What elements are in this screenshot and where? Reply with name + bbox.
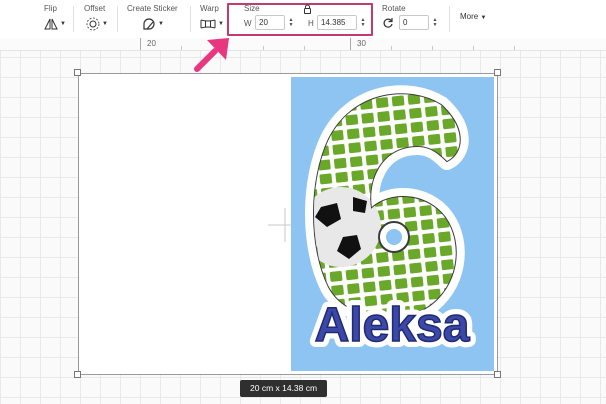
dimensions-tooltip: 20 cm x 14.38 cm xyxy=(240,380,328,397)
ruler-label: 30 xyxy=(357,39,366,48)
horizontal-ruler: 20 30 xyxy=(0,38,606,51)
size-label: Size xyxy=(244,4,260,13)
resize-handle-top-right[interactable] xyxy=(494,69,501,76)
warp-icon xyxy=(200,19,216,29)
divider xyxy=(449,6,450,32)
resize-handle-bottom-left[interactable] xyxy=(74,371,81,378)
annotation-arrow-icon xyxy=(194,38,229,72)
rotate-input[interactable]: 0 xyxy=(399,15,429,30)
divider xyxy=(117,6,118,32)
warp-label: Warp xyxy=(200,4,219,13)
create-sticker-button[interactable]: ▼ xyxy=(142,16,164,32)
chevron-down-icon: ▼ xyxy=(218,21,224,27)
offset-icon xyxy=(86,17,100,31)
ruler-tick xyxy=(140,38,141,50)
ruler-tick xyxy=(391,46,392,50)
number-six-hole-inner xyxy=(386,229,402,245)
flip-button[interactable]: ▼ xyxy=(44,16,66,32)
warp-button[interactable]: ▼ xyxy=(200,16,224,32)
height-input[interactable]: 14.385 xyxy=(317,15,357,30)
ruler-label: 20 xyxy=(147,39,156,48)
ruler-tick xyxy=(304,46,305,50)
chevron-down-icon: ▼ xyxy=(60,21,66,27)
rotate-stepper[interactable]: ▲ ▼ xyxy=(431,16,439,29)
height-label: H xyxy=(308,19,314,28)
divider xyxy=(190,6,191,32)
flip-label: Flip xyxy=(44,4,57,13)
more-label: More xyxy=(460,12,479,21)
resize-handle-top-left[interactable] xyxy=(74,69,81,76)
width-input[interactable]: 20 xyxy=(255,15,285,30)
width-stepper[interactable]: ▲ ▼ xyxy=(287,16,295,29)
ruler-tick xyxy=(432,46,433,50)
chevron-down-icon: ▼ xyxy=(102,21,108,27)
more-button[interactable]: More ▼ xyxy=(460,12,486,21)
chevron-down-icon: ▼ xyxy=(158,21,164,27)
width-label: W xyxy=(244,19,252,28)
chevron-down-icon: ▼ xyxy=(480,15,487,21)
rotate-label: Rotate xyxy=(382,4,406,13)
card-artwork: Aleksa Aleksa xyxy=(291,77,494,371)
lock-icon[interactable] xyxy=(303,4,312,14)
divider xyxy=(73,6,74,32)
ruler-tick xyxy=(473,46,474,50)
name-text: Aleksa xyxy=(315,299,470,352)
flip-icon xyxy=(44,18,58,30)
offset-button[interactable]: ▼ xyxy=(86,16,108,32)
ruler-tick xyxy=(350,38,351,50)
ruler-tick xyxy=(263,46,264,50)
ruler-tick xyxy=(514,46,515,50)
sticker-icon xyxy=(143,18,155,30)
resize-handle-bottom-right[interactable] xyxy=(494,371,501,378)
edit-toolbar: Flip ▼ Offset ▼ Create Sticker ▼ Warp ▼ … xyxy=(0,0,606,39)
create-sticker-label: Create Sticker xyxy=(127,4,178,13)
offset-label: Offset xyxy=(84,4,106,13)
rotate-icon xyxy=(383,18,393,28)
height-stepper[interactable]: ▲ ▼ xyxy=(359,16,367,29)
ruler-tick xyxy=(181,46,182,50)
